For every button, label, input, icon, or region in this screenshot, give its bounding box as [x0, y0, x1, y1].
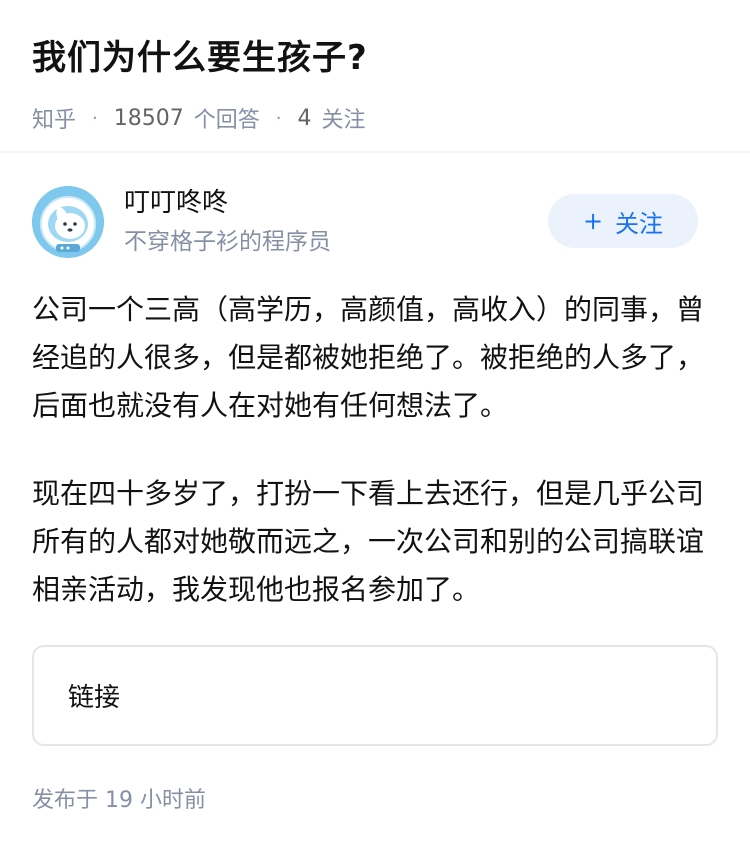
answer-paragraph: 现在四十多岁了，打扮一下看上去还行，但是几乎公司所有的人都对她敬而远之，一次公司…: [32, 477, 705, 606]
link-card[interactable]: 链接: [32, 645, 718, 746]
link-card-label: 链接: [68, 683, 121, 713]
question-header: 我们为什么要生孩子? 知乎 · 18507 个回答 · 4 关注: [32, 34, 722, 134]
follow-button[interactable]: + 关注: [548, 194, 698, 248]
question-meta: 知乎 · 18507 个回答 · 4 关注: [32, 102, 722, 134]
follow-count-label: 关注: [321, 108, 366, 133]
author-name[interactable]: 叮叮咚咚: [124, 186, 228, 220]
publish-time: 发布于 19 小时前: [32, 788, 206, 813]
question-title[interactable]: 我们为什么要生孩子?: [32, 34, 722, 82]
answer-paragraph: 公司一个三高（高学历，高颜值，高收入）的同事，曾经追的人很多，但是都被她拒绝了。…: [32, 293, 705, 422]
follow-button-label: 关注: [615, 209, 664, 238]
avatar[interactable]: [32, 186, 104, 258]
author-card: 叮叮咚咚 不穿格子衫的程序员 + 关注: [32, 186, 718, 258]
plus-icon: +: [582, 207, 604, 235]
astronaut-dog-icon: [32, 186, 104, 258]
author-bio: 不穿格子衫的程序员: [124, 229, 331, 255]
answer-count-label: 个回答: [193, 108, 260, 133]
meta-separator: ·: [275, 107, 282, 129]
answer-count: 18507: [113, 105, 184, 131]
follow-count: 4: [297, 105, 312, 131]
answer-content: 公司一个三高（高学历，高颜值，高收入）的同事，曾经追的人很多，但是都被她拒绝了。…: [32, 286, 704, 654]
source-label[interactable]: 知乎: [32, 102, 76, 134]
meta-separator: ·: [92, 107, 98, 129]
header-divider: [0, 151, 750, 153]
